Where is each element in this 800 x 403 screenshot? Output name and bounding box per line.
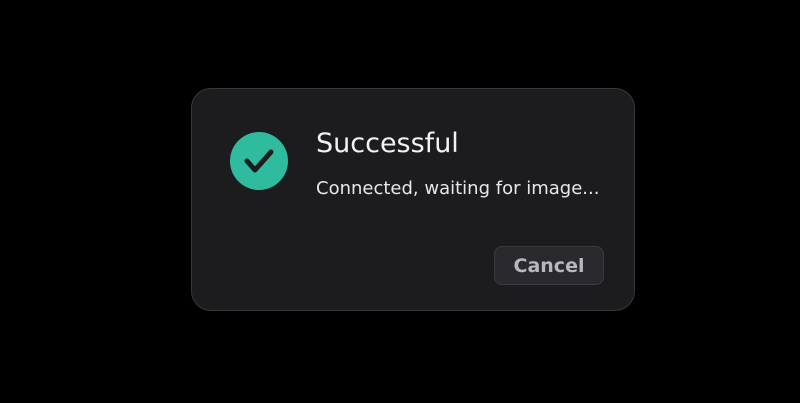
check-circle-icon	[230, 132, 288, 190]
checkmark-icon	[244, 149, 274, 173]
dialog-message: Connected, waiting for image...	[316, 178, 600, 199]
connection-dialog: Successful Connected, waiting for image.…	[191, 88, 635, 311]
cancel-button[interactable]: Cancel	[494, 246, 604, 285]
dialog-title: Successful	[316, 128, 459, 159]
